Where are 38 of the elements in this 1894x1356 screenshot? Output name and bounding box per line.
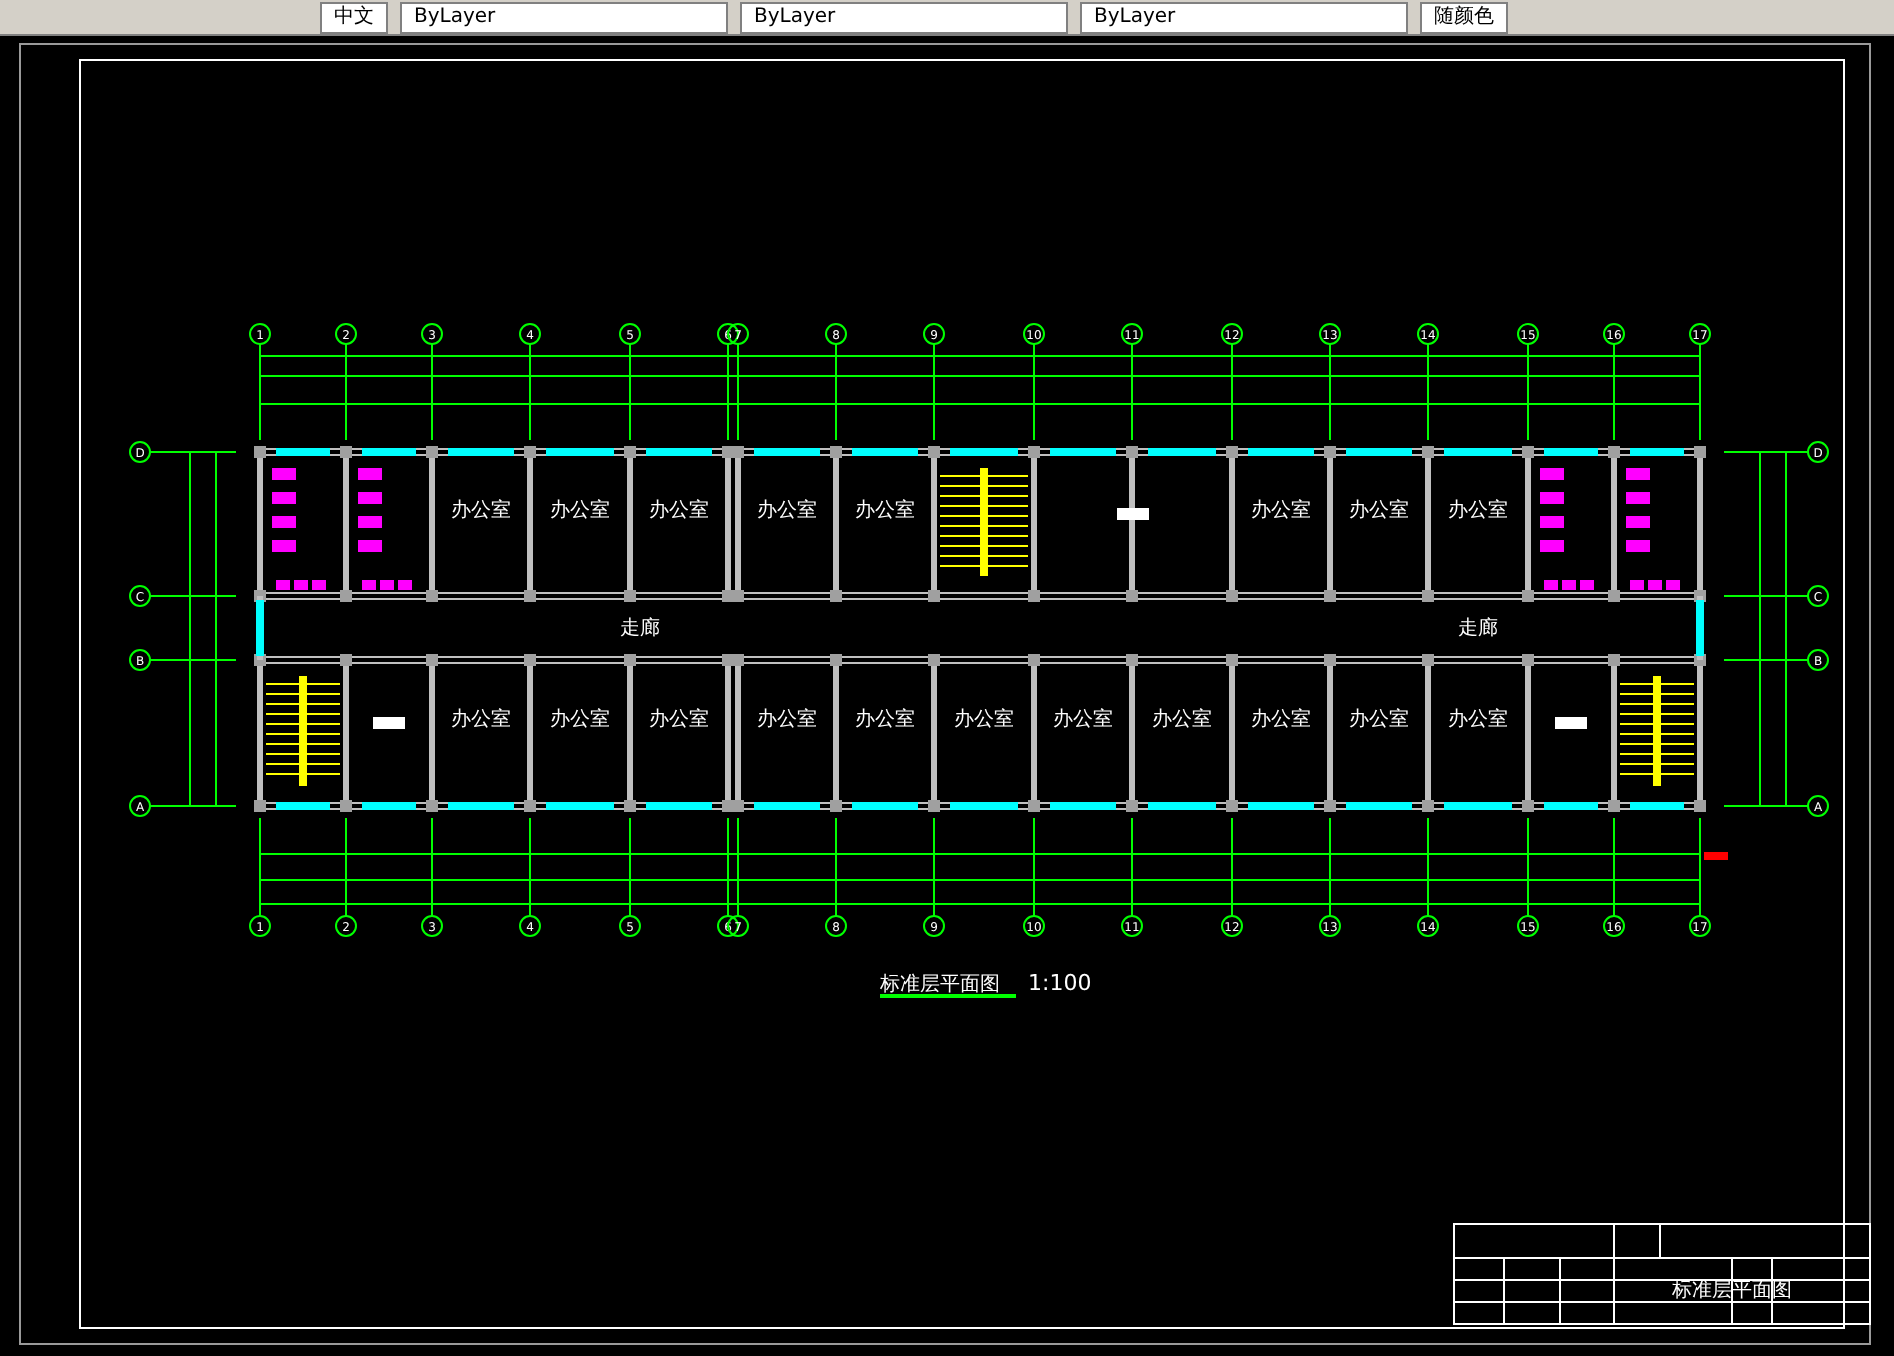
stair-drawing	[939, 468, 1029, 576]
layer-property-dropdown[interactable]: ByLayer	[1080, 1, 1408, 33]
plot-style-dropdown[interactable]: 随颜色	[1420, 1, 1508, 33]
room-label: 办公室	[649, 500, 709, 522]
room-label: 办公室	[451, 709, 511, 731]
room-label: 办公室	[1349, 709, 1409, 731]
text-style-dropdown[interactable]: 中文	[320, 1, 388, 33]
corridor-label: 走廊	[1458, 618, 1498, 640]
room-label: 办公室	[757, 500, 817, 522]
room-label: 办公室	[1448, 500, 1508, 522]
toilet-fixtures-drawing	[272, 468, 326, 590]
room-label: 办公室	[855, 709, 915, 731]
layer-property-dropdown[interactable]: ByLayer	[740, 1, 1068, 33]
corridor-label: 走廊	[620, 618, 660, 640]
room-label: 办公室	[1448, 709, 1508, 731]
room-label: 办公室	[451, 500, 511, 522]
layer-property-dropdown[interactable]: ByLayer	[400, 1, 728, 33]
room-label: 办公室	[1053, 709, 1113, 731]
toilet-fixtures-drawing	[1540, 468, 1594, 590]
toilet-fixtures-drawing	[1626, 468, 1680, 590]
room-label: 办公室	[1251, 709, 1311, 731]
title-block-drawing-name: 标准层平面图	[1672, 1280, 1792, 1302]
title-underline	[880, 994, 1016, 998]
room-label: 办公室	[1251, 500, 1311, 522]
room-label: 办公室	[550, 709, 610, 731]
annotation-mark	[1704, 852, 1728, 860]
stair-drawing	[1619, 676, 1695, 786]
stair-drawing	[265, 676, 341, 786]
room-label: 办公室	[1152, 709, 1212, 731]
room-label: 办公室	[1349, 500, 1409, 522]
room-label: 办公室	[649, 709, 709, 731]
toilet-fixtures-drawing	[358, 468, 412, 590]
room-label: 办公室	[954, 709, 1014, 731]
room-label: 办公室	[855, 500, 915, 522]
room-label: 办公室	[757, 709, 817, 731]
room-label: 办公室	[550, 500, 610, 522]
plan-title: 标准层平面图	[880, 974, 1000, 996]
plan-scale: 1:100	[1028, 970, 1092, 996]
